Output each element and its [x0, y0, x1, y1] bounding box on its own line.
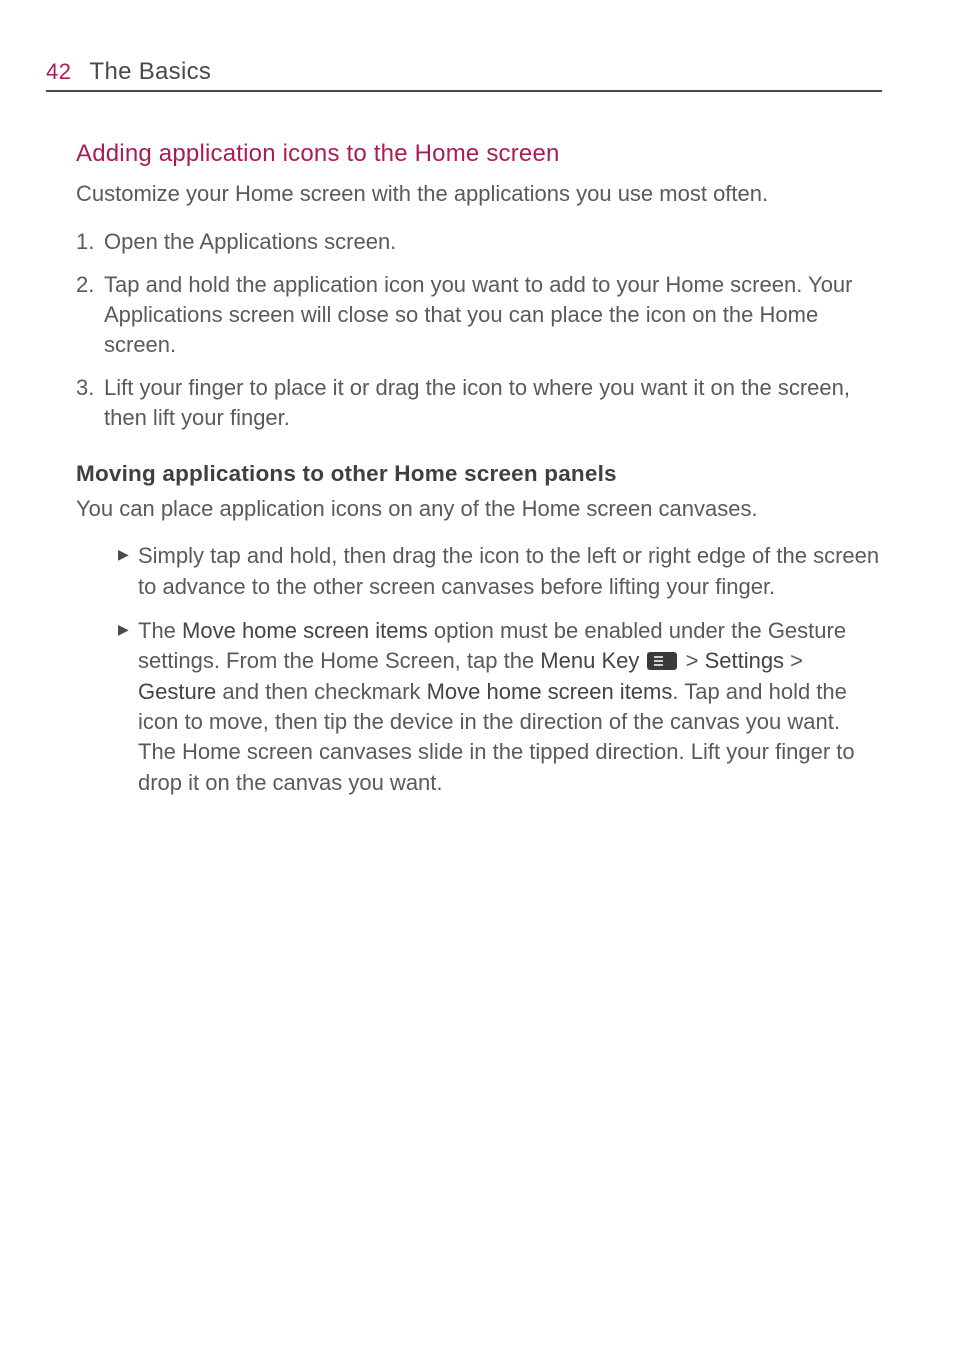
menu-key-icon: [647, 652, 677, 670]
page-number: 42: [46, 59, 71, 85]
page-header: 42 The Basics: [46, 58, 882, 92]
bold-text: Settings: [705, 648, 785, 673]
list-item: Tap and hold the application icon you wa…: [76, 270, 882, 359]
list-item-text: The Move home screen items option must b…: [138, 618, 855, 795]
bullet-list: ▶ Simply tap and hold, then drag the ico…: [76, 541, 882, 798]
list-item: ▶ The Move home screen items option must…: [118, 616, 882, 798]
section-intro: Customize your Home screen with the appl…: [76, 180, 882, 209]
list-item: Lift your finger to place it or drag the…: [76, 373, 882, 432]
section-intro: You can place application icons on any o…: [76, 495, 882, 524]
chapter-title: The Basics: [89, 58, 211, 86]
triangle-bullet-icon: ▶: [118, 620, 129, 639]
bold-text: Gesture: [138, 679, 216, 704]
bold-text: Menu Key: [540, 648, 639, 673]
triangle-bullet-icon: ▶: [118, 545, 129, 564]
list-item-text: Simply tap and hold, then drag the icon …: [138, 543, 879, 598]
list-item: ▶ Simply tap and hold, then drag the ico…: [118, 541, 882, 602]
numbered-list: Open the Applications screen. Tap and ho…: [76, 227, 882, 433]
list-item: Open the Applications screen.: [76, 227, 882, 257]
bold-text: Move home screen items: [427, 679, 673, 704]
subheading-moving-apps: Moving applications to other Home screen…: [76, 461, 882, 487]
bold-text: Move home screen items: [182, 618, 428, 643]
page-content: Adding application icons to the Home scr…: [46, 140, 882, 798]
section-heading-adding-icons: Adding application icons to the Home scr…: [76, 140, 882, 168]
